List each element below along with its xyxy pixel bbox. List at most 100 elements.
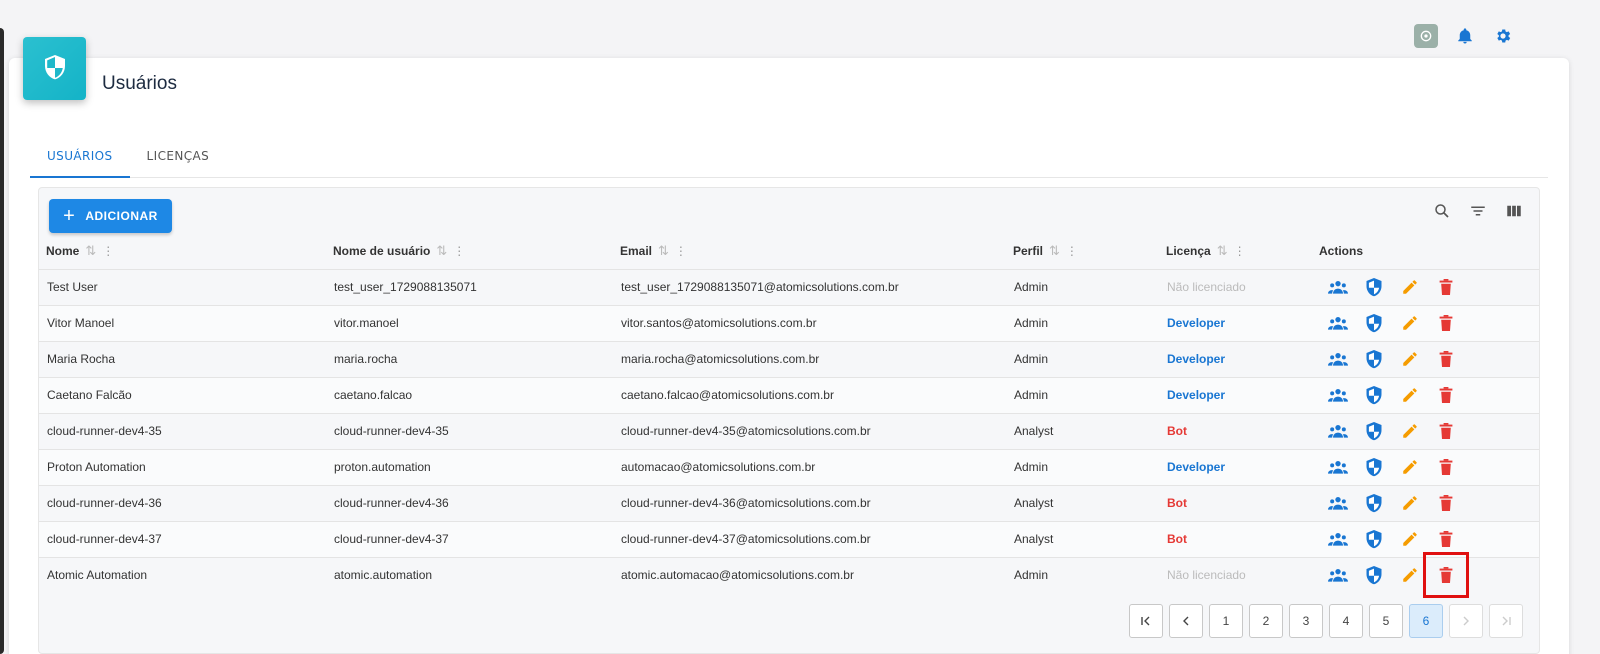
shield-icon[interactable] — [1362, 275, 1386, 299]
delete-icon[interactable] — [1434, 419, 1458, 443]
edit-icon[interactable] — [1398, 347, 1422, 371]
bell-icon[interactable] — [1454, 25, 1476, 47]
cell-email: vitor.santos@atomicsolutions.com.br — [613, 304, 1006, 341]
cell-license: Developer — [1159, 448, 1312, 485]
cell-actions — [1312, 340, 1539, 377]
cell-username: cloud-runner-dev4-35 — [326, 412, 613, 449]
groups-icon[interactable] — [1326, 563, 1350, 587]
groups-icon[interactable] — [1326, 275, 1350, 299]
cell-profile: Admin — [1006, 448, 1159, 485]
col-header-license[interactable]: Licença ⇅ ⋮ — [1159, 234, 1312, 269]
col-header-email[interactable]: Email ⇅ ⋮ — [613, 234, 1006, 269]
shield-icon[interactable] — [1362, 563, 1386, 587]
gear-icon[interactable] — [1492, 25, 1514, 47]
groups-icon[interactable] — [1326, 419, 1350, 443]
shield-icon[interactable] — [1362, 347, 1386, 371]
table-tools — [1431, 200, 1525, 222]
cell-profile: Analyst — [1006, 484, 1159, 521]
table-row[interactable]: Proton Automation proton.automation automa… — [39, 448, 1539, 485]
tab-licencas[interactable]: LICENÇAS — [130, 136, 227, 178]
plus-icon: + — [63, 205, 76, 227]
shield-icon[interactable] — [1362, 311, 1386, 335]
edit-icon[interactable] — [1398, 491, 1422, 515]
sort-icon: ⇅ — [1216, 243, 1228, 259]
edit-icon[interactable] — [1398, 383, 1422, 407]
cell-username: cloud-runner-dev4-37 — [326, 520, 613, 557]
cell-profile: Admin — [1006, 268, 1159, 305]
cell-actions — [1312, 484, 1539, 521]
edit-icon[interactable] — [1398, 311, 1422, 335]
table-row[interactable]: cloud-runner-dev4-36 cloud-runner-dev4-36… — [39, 484, 1539, 521]
delete-icon[interactable] — [1434, 383, 1458, 407]
table-row[interactable]: Atomic Automation atomic.automation atomic… — [39, 552, 1539, 599]
cell-username: atomic.automation — [326, 556, 613, 593]
next-page-button[interactable] — [1449, 604, 1483, 638]
groups-icon[interactable] — [1326, 527, 1350, 551]
edit-icon[interactable] — [1398, 563, 1422, 587]
search-icon[interactable] — [1431, 200, 1453, 222]
columns-icon[interactable] — [1503, 200, 1525, 222]
groups-icon[interactable] — [1326, 455, 1350, 479]
col-header-username[interactable]: Nome de usuário ⇅ ⋮ — [326, 234, 613, 269]
delete-icon[interactable] — [1434, 347, 1458, 371]
cell-email: test_user_1729088135071@atomicsolutions.… — [613, 268, 1006, 305]
first-page-button[interactable] — [1129, 604, 1163, 638]
cell-profile: Admin — [1006, 340, 1159, 377]
table-row[interactable]: Caetano Falcão caetano.falcao caetano.falc… — [39, 376, 1539, 413]
groups-icon[interactable] — [1326, 491, 1350, 515]
cell-name: Atomic Automation — [39, 556, 326, 593]
cell-email: cloud-runner-dev4-35@atomicsolutions.com… — [613, 412, 1006, 449]
col-header-name[interactable]: Nome ⇅ ⋮ — [39, 234, 326, 269]
edit-icon[interactable] — [1398, 275, 1422, 299]
add-button-label: ADICIONAR — [85, 209, 158, 223]
column-menu-icon: ⋮ — [453, 244, 466, 259]
delete-icon[interactable] — [1434, 527, 1458, 551]
add-user-button[interactable]: + ADICIONAR — [49, 199, 172, 233]
shield-icon[interactable] — [1362, 491, 1386, 515]
page-button-5[interactable]: 5 — [1369, 604, 1403, 638]
shield-icon[interactable] — [1362, 455, 1386, 479]
delete-icon[interactable] — [1434, 455, 1458, 479]
col-header-profile[interactable]: Perfil ⇅ ⋮ — [1006, 234, 1159, 269]
edit-icon[interactable] — [1398, 527, 1422, 551]
table-row[interactable]: Test User test_user_1729088135071 test_use… — [39, 268, 1539, 305]
filter-icon[interactable] — [1467, 200, 1489, 222]
ai-assistant-icon[interactable] — [1414, 24, 1438, 48]
delete-icon[interactable] — [1423, 552, 1469, 599]
cell-license: Não licenciado — [1159, 556, 1312, 593]
table-row[interactable]: Vitor Manoel vitor.manoel vitor.santos@ato… — [39, 304, 1539, 341]
cell-profile: Analyst — [1006, 412, 1159, 449]
page-button-6[interactable]: 6 — [1409, 604, 1443, 638]
groups-icon[interactable] — [1326, 311, 1350, 335]
table-row[interactable]: cloud-runner-dev4-37 cloud-runner-dev4-37… — [39, 520, 1539, 557]
edit-icon[interactable] — [1398, 455, 1422, 479]
groups-icon[interactable] — [1326, 383, 1350, 407]
page-button-1[interactable]: 1 — [1209, 604, 1243, 638]
shield-icon[interactable] — [1362, 419, 1386, 443]
cell-actions — [1312, 448, 1539, 485]
cell-username: maria.rocha — [326, 340, 613, 377]
column-menu-icon: ⋮ — [102, 244, 115, 259]
cell-license: Bot — [1159, 412, 1312, 449]
pagination: 1 2 3 4 5 6 — [1129, 604, 1523, 638]
groups-icon[interactable] — [1326, 347, 1350, 371]
edit-icon[interactable] — [1398, 419, 1422, 443]
cell-actions — [1312, 552, 1539, 599]
users-table: Nome ⇅ ⋮ Nome de usuário ⇅ ⋮ Email ⇅ ⋮ Perfil ⇅… — [39, 234, 1539, 599]
table-row[interactable]: cloud-runner-dev4-35 cloud-runner-dev4-35… — [39, 412, 1539, 449]
page-button-3[interactable]: 3 — [1289, 604, 1323, 638]
shield-icon[interactable] — [1362, 383, 1386, 407]
table-row[interactable]: Maria Rocha maria.rocha maria.rocha@atomic… — [39, 340, 1539, 377]
last-page-button[interactable] — [1489, 604, 1523, 638]
shield-icon — [43, 54, 67, 84]
cell-license: Não licenciado — [1159, 268, 1312, 305]
page-button-4[interactable]: 4 — [1329, 604, 1363, 638]
delete-icon[interactable] — [1434, 491, 1458, 515]
prev-page-button[interactable] — [1169, 604, 1203, 638]
tab-usuarios[interactable]: USUÁRIOS — [30, 136, 130, 178]
shield-icon[interactable] — [1362, 527, 1386, 551]
delete-icon[interactable] — [1434, 311, 1458, 335]
cell-email: cloud-runner-dev4-37@atomicsolutions.com… — [613, 520, 1006, 557]
delete-icon[interactable] — [1434, 275, 1458, 299]
page-button-2[interactable]: 2 — [1249, 604, 1283, 638]
